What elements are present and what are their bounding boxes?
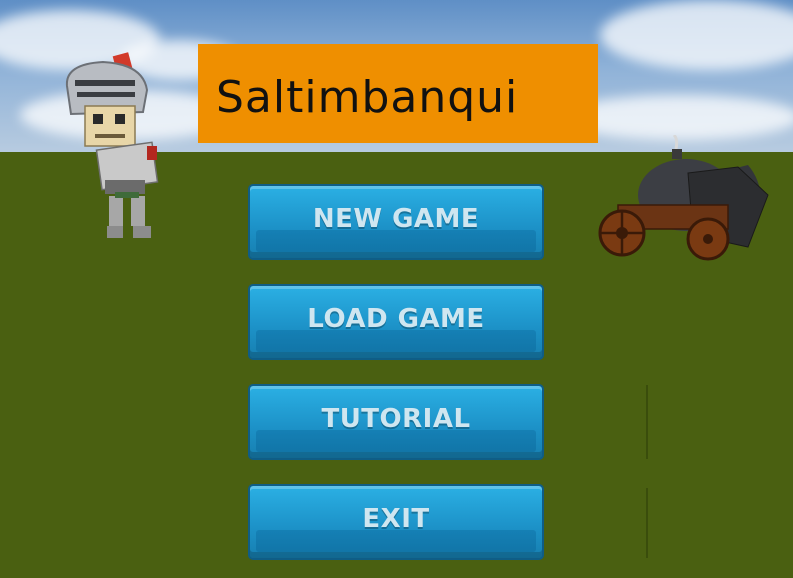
cloud bbox=[600, 0, 793, 70]
pole-shadow bbox=[646, 385, 648, 459]
knight-helmet bbox=[65, 52, 149, 116]
knight-skull-face bbox=[84, 105, 136, 147]
load-game-button[interactable]: LOAD GAME bbox=[248, 284, 544, 360]
cannon-icon bbox=[598, 135, 769, 261]
exit-label: EXIT bbox=[362, 504, 430, 534]
exit-button[interactable]: EXIT bbox=[248, 484, 544, 560]
game-title: Saltimbanqui bbox=[216, 72, 519, 123]
tutorial-label: TUTORIAL bbox=[321, 404, 471, 434]
new-game-button[interactable]: NEW GAME bbox=[248, 184, 544, 260]
game-logo: Saltimbanqui bbox=[198, 44, 598, 143]
new-game-label: NEW GAME bbox=[312, 204, 480, 234]
knight-character-icon bbox=[65, 52, 159, 238]
load-game-label: LOAD GAME bbox=[307, 304, 485, 334]
tutorial-button[interactable]: TUTORIAL bbox=[248, 384, 544, 460]
pole-shadow bbox=[646, 488, 648, 558]
knight-body bbox=[95, 141, 159, 238]
